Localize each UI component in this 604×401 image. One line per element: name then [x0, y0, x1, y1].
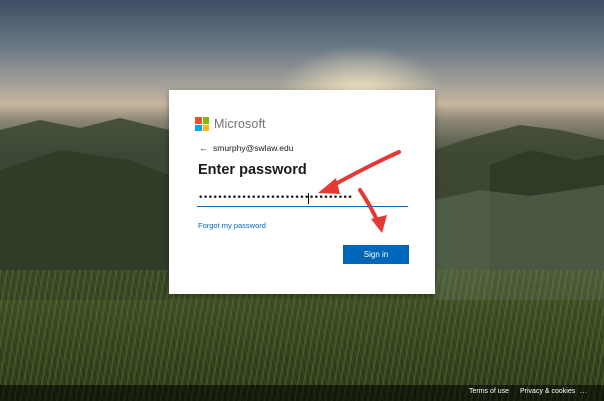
brand-header: Microsoft: [195, 117, 266, 131]
arrow-left-icon[interactable]: ←: [199, 143, 208, 153]
brand-name: Microsoft: [214, 117, 266, 131]
forgot-password-link[interactable]: Forgot my password: [198, 221, 266, 230]
privacy-link[interactable]: Privacy & cookies: [520, 388, 575, 395]
microsoft-logo-icon: [195, 117, 209, 131]
account-email: smurphy@swlaw.edu: [213, 143, 294, 153]
terms-link[interactable]: Terms of use: [469, 388, 509, 395]
page-title: Enter password: [198, 162, 307, 178]
account-back-row[interactable]: ← smurphy@swlaw.edu: [199, 143, 293, 153]
footer-bar: Terms of use Privacy & cookies ...: [0, 385, 604, 401]
sign-in-button[interactable]: Sign in: [343, 245, 409, 264]
text-caret: [308, 193, 309, 204]
sign-in-card: Microsoft ← smurphy@swlaw.edu Enter pass…: [169, 90, 435, 294]
more-options-icon[interactable]: ...: [580, 388, 587, 395]
password-field[interactable]: [197, 190, 408, 207]
